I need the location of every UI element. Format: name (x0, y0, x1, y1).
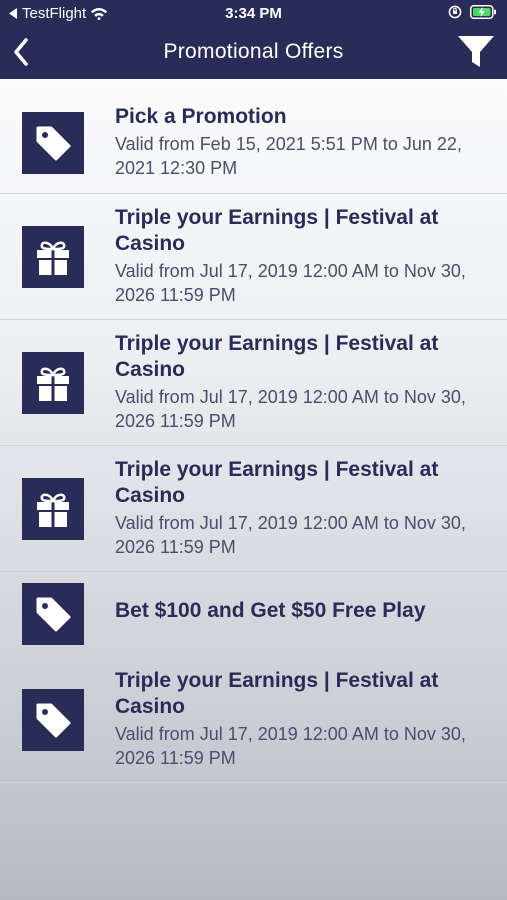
promotion-text: Triple your Earnings | Festival at Casin… (115, 205, 485, 307)
status-bar: TestFlight 3:34 PM (0, 0, 507, 28)
promotion-title: Triple your Earnings | Festival at Casin… (115, 332, 439, 381)
gift-icon (22, 352, 84, 414)
promotion-title: Bet $100 and Get $50 Free Play (115, 599, 426, 622)
promotion-row[interactable]: Pick a Promotion Valid from Feb 15, 2021… (0, 79, 507, 194)
gift-icon (22, 226, 84, 288)
app-header: TestFlight 3:34 PM Promotional Offers (0, 0, 507, 79)
page-title: Promotional Offers (163, 40, 344, 63)
promotion-text: Bet $100 and Get $50 Free Play (115, 598, 485, 624)
gift-icon (22, 478, 84, 540)
tag-icon (22, 583, 84, 645)
promotion-row[interactable]: Triple your Earnings | Festival at Casin… (0, 320, 507, 446)
battery-charging-icon (470, 5, 496, 19)
promotion-text: Triple your Earnings | Festival at Casin… (115, 331, 485, 433)
promotions-list: Pick a Promotion Valid from Feb 15, 2021… (0, 79, 507, 783)
promotion-title: Triple your Earnings | Festival at Casin… (115, 458, 439, 507)
promotion-text: Triple your Earnings | Festival at Casin… (115, 457, 485, 559)
promotion-validity: Valid from Jul 17, 2019 12:00 AM to Nov … (115, 387, 466, 431)
promotion-validity: Valid from Jul 17, 2019 12:00 AM to Nov … (115, 724, 466, 768)
promotion-title: Triple your Earnings | Festival at Casin… (115, 206, 439, 255)
status-right (448, 5, 497, 19)
tag-icon (22, 689, 84, 751)
filter-button[interactable] (457, 35, 495, 69)
promotion-text: Pick a Promotion Valid from Feb 15, 2021… (115, 104, 485, 180)
promotion-text: Triple your Earnings | Festival at Casin… (115, 668, 485, 770)
tag-icon (22, 112, 84, 174)
promotion-validity: Valid from Jul 17, 2019 12:00 AM to Nov … (115, 261, 466, 305)
status-time: 3:34 PM (225, 5, 282, 22)
promotion-row[interactable]: Triple your Earnings | Festival at Casin… (0, 194, 507, 320)
promotion-row[interactable]: Triple your Earnings | Festival at Casin… (0, 657, 507, 783)
promotion-validity: Valid from Jul 17, 2019 12:00 AM to Nov … (115, 513, 466, 557)
promotion-row[interactable]: Bet $100 and Get $50 Free Play (0, 572, 507, 657)
filter-icon (458, 36, 494, 67)
promotion-title: Triple your Earnings | Festival at Casin… (115, 669, 439, 718)
promotion-validity: Valid from Feb 15, 2021 5:51 PM to Jun 2… (115, 134, 462, 178)
promotion-title: Pick a Promotion (115, 105, 287, 128)
orientation-lock-icon (448, 5, 462, 19)
promotion-row[interactable]: Triple your Earnings | Festival at Casin… (0, 446, 507, 572)
